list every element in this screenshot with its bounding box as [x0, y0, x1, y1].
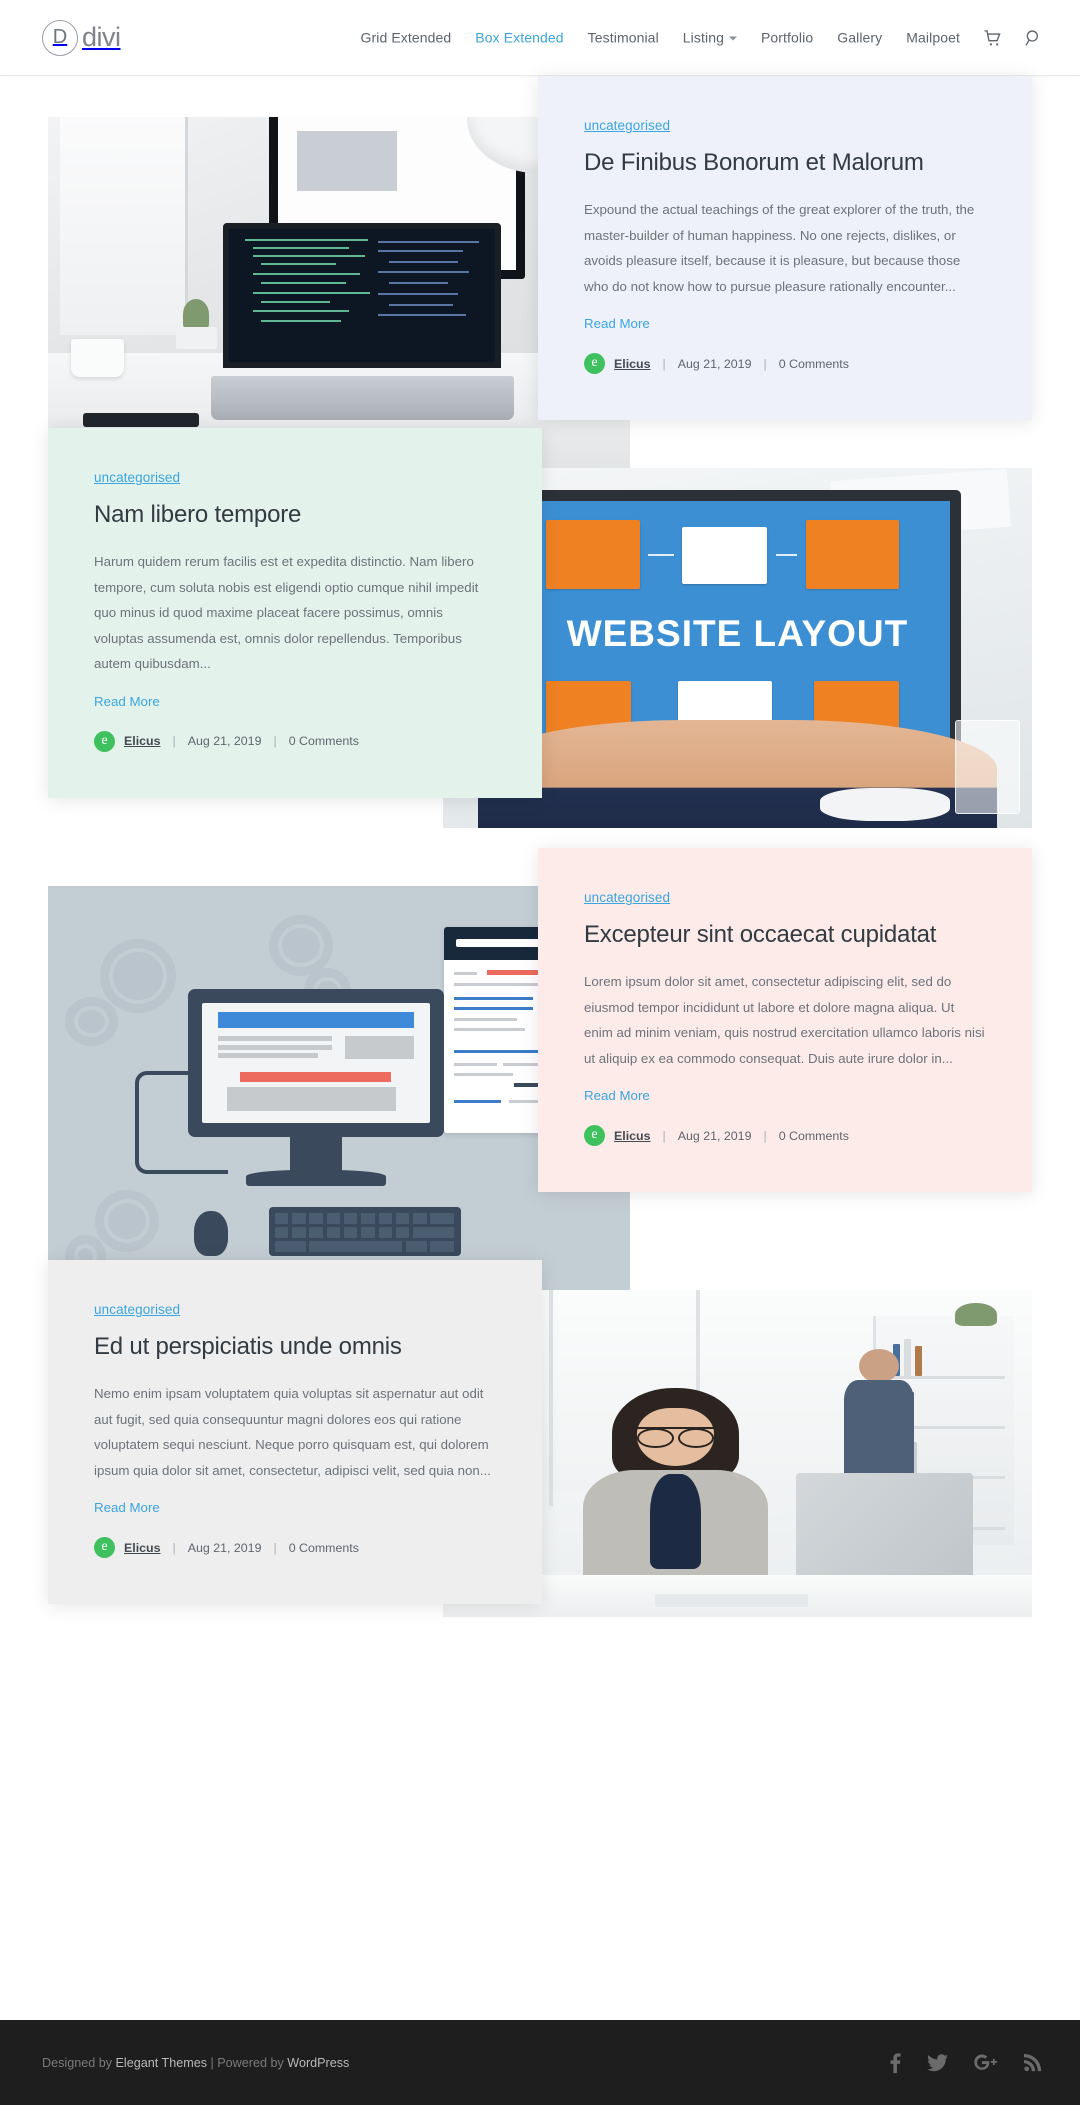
meta-separator: | — [273, 1540, 277, 1555]
post-excerpt: Harum quidem rerum facilis est et expedi… — [94, 554, 479, 672]
google-plus-icon[interactable] — [974, 2053, 998, 2072]
post-row: uncategorised Excepteur sint occaecat cu… — [0, 848, 1080, 1297]
nav-item-portfolio[interactable]: Portfolio — [749, 30, 825, 46]
read-more-link[interactable]: Read More — [94, 1500, 160, 1515]
post-title[interactable]: Nam libero tempore — [94, 500, 496, 530]
post-title[interactable]: Excepteur sint occaecat cupidatat — [584, 920, 986, 950]
post-date: Aug 21, 2019 — [187, 1540, 262, 1555]
post-author-link[interactable]: Elicus — [614, 1129, 651, 1143]
post-date: Aug 21, 2019 — [677, 1128, 752, 1143]
wordpress-link[interactable]: WordPress — [287, 2056, 349, 2070]
post-meta: e Elicus | Aug 21, 2019 | 0 Comments — [584, 353, 986, 375]
post-card-2: uncategorised Nam libero tempore Harum q… — [48, 428, 542, 798]
post-excerpt: Lorem ipsum dolor sit amet, consectetur … — [584, 974, 985, 1066]
post-category-link[interactable]: uncategorised — [94, 470, 496, 485]
post-author-link[interactable]: Elicus — [124, 734, 161, 748]
post-meta: e Elicus | Aug 21, 2019 | 0 Comments — [94, 730, 496, 752]
post-title[interactable]: Ed ut perspiciatis unde omnis — [94, 1332, 496, 1362]
post-category-link[interactable]: uncategorised — [584, 890, 986, 905]
avatar: e — [584, 353, 605, 375]
post-excerpt: Nemo enim ipsam voluptatem quia voluptas… — [94, 1386, 491, 1478]
avatar: e — [584, 1125, 605, 1147]
nav-label: Testimonial — [587, 29, 659, 46]
read-more-link[interactable]: Read More — [584, 1088, 650, 1103]
post-meta: e Elicus | Aug 21, 2019 | 0 Comments — [584, 1125, 986, 1147]
site-header: D divi Grid Extended Box Extended Testim… — [0, 0, 1080, 76]
read-more-link[interactable]: Read More — [584, 316, 650, 331]
nav-label: Box Extended — [475, 29, 564, 46]
main-navigation: Grid Extended Box Extended Testimonial L… — [348, 28, 1054, 47]
post-comments-link[interactable]: 0 Comments — [779, 357, 849, 371]
post-category-link[interactable]: uncategorised — [584, 118, 986, 133]
post-card-4: uncategorised Ed ut perspiciatis unde om… — [48, 1260, 542, 1605]
meta-separator: | — [172, 1540, 176, 1555]
search-icon[interactable] — [1013, 28, 1054, 47]
post-author-link[interactable]: Elicus — [124, 1541, 161, 1555]
post-meta: e Elicus | Aug 21, 2019 | 0 Comments — [94, 1537, 496, 1559]
logo-circle-d-icon: D — [42, 19, 78, 56]
chevron-down-icon — [728, 36, 737, 41]
nav-item-listing[interactable]: Listing — [671, 30, 749, 46]
nav-label: Gallery — [837, 29, 883, 46]
footer-social-links — [890, 2052, 1042, 2074]
post-author-link[interactable]: Elicus — [614, 357, 651, 371]
post-list: uncategorised De Finibus Bonorum et Malo… — [0, 76, 1080, 1690]
shopping-cart-icon[interactable] — [972, 28, 1013, 47]
post-row: uncategorised Ed ut perspiciatis unde om… — [0, 1260, 1080, 1690]
credit-prefix: Designed by — [42, 2055, 116, 2070]
elegant-themes-link[interactable]: Elegant Themes — [116, 2056, 207, 2070]
twitter-icon[interactable] — [927, 2053, 948, 2072]
nav-item-grid-extended[interactable]: Grid Extended — [348, 30, 463, 46]
rss-icon[interactable] — [1024, 2053, 1042, 2072]
post-comments-link[interactable]: 0 Comments — [779, 1129, 849, 1143]
post-card-1: uncategorised De Finibus Bonorum et Malo… — [538, 76, 1032, 421]
meta-separator: | — [763, 356, 767, 371]
avatar: e — [94, 1537, 115, 1559]
nav-label: Grid Extended — [360, 29, 452, 46]
post-date: Aug 21, 2019 — [677, 356, 752, 371]
meta-separator: | — [763, 1128, 767, 1143]
meta-separator: | — [273, 734, 277, 749]
nav-item-box-extended[interactable]: Box Extended — [463, 30, 575, 46]
post-row: WEBSITE LAYOUT uncategorised Nam libero … — [0, 428, 1080, 848]
credit-middle: | Powered by — [207, 2055, 288, 2070]
site-logo[interactable]: D divi — [42, 19, 121, 56]
nav-item-testimonial[interactable]: Testimonial — [576, 30, 671, 46]
meta-separator: | — [662, 1128, 666, 1143]
post-comments-link[interactable]: 0 Comments — [289, 734, 359, 748]
site-footer: Designed by Elegant Themes | Powered by … — [0, 2020, 1080, 2105]
nav-item-gallery[interactable]: Gallery — [825, 30, 894, 46]
post-row: uncategorised De Finibus Bonorum et Malo… — [0, 76, 1080, 469]
post-category-link[interactable]: uncategorised — [94, 1302, 496, 1317]
nav-item-mailpoet[interactable]: Mailpoet — [894, 30, 972, 46]
meta-separator: | — [172, 734, 176, 749]
nav-label: Listing — [682, 29, 724, 46]
logo-text: divi — [82, 22, 121, 52]
avatar: e — [94, 730, 115, 752]
footer-credit: Designed by Elegant Themes | Powered by … — [42, 2056, 349, 2070]
post-title[interactable]: De Finibus Bonorum et Malorum — [584, 148, 986, 178]
nav-label: Portfolio — [760, 29, 814, 46]
read-more-link[interactable]: Read More — [94, 694, 160, 709]
nav-label: Mailpoet — [906, 29, 960, 46]
facebook-icon[interactable] — [890, 2052, 901, 2074]
post-date: Aug 21, 2019 — [187, 734, 262, 749]
meta-separator: | — [662, 356, 666, 371]
post-comments-link[interactable]: 0 Comments — [289, 1541, 359, 1555]
post-excerpt: Expound the actual teachings of the grea… — [584, 202, 975, 294]
post-card-3: uncategorised Excepteur sint occaecat cu… — [538, 848, 1032, 1193]
